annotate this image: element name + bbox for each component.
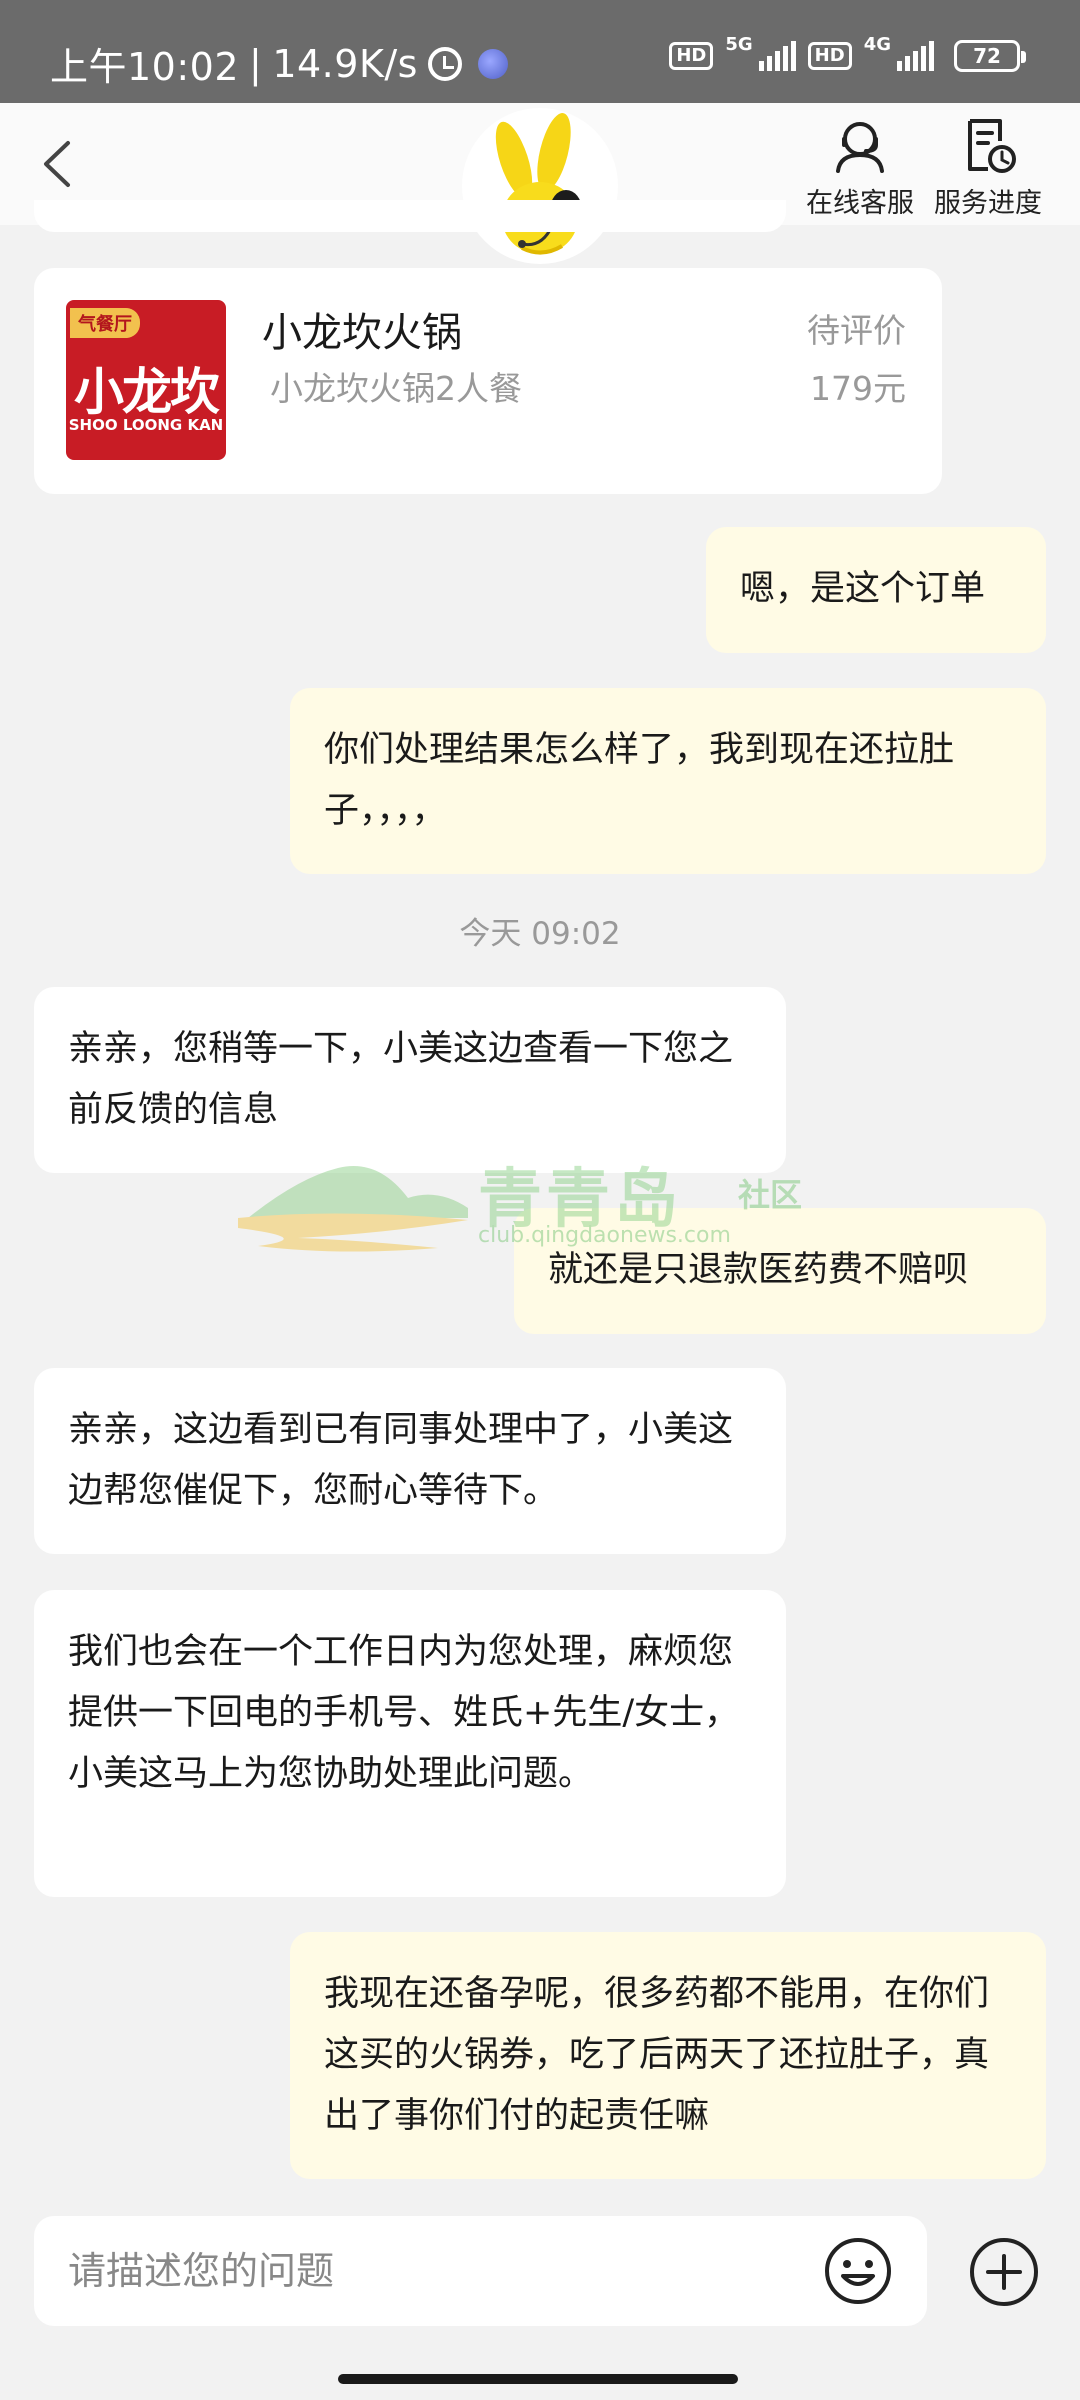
online-service-label: 在线客服 [806,188,914,219]
document-clock-icon [968,119,1016,173]
signal-bars-icon [758,41,796,71]
message-bubble-out: 嗯，是这个订单 [706,527,1046,653]
sim1-network: 5G [725,34,753,55]
yellow-rabbit-mascot-icon [495,113,582,255]
previous-card-fragment [34,200,786,232]
logo-tag: 气餐厅 [70,308,140,338]
app-notification-icon [477,48,508,79]
watermark-tag: 社区 [738,1176,803,1214]
status-bar: 上午10:02 | 14.9K/s HD 5G HD 4G 72 [0,0,1080,103]
net-speed: 14.9K/s [272,41,418,86]
service-progress-label: 服务进度 [934,188,1042,219]
mountain-logo-icon [238,1166,468,1252]
message-bubble-in: 亲亲，您稍等一下，小美这边查看一下您之前反馈的信息 [34,987,786,1173]
sim1-hd-badge: HD [669,42,714,70]
chevron-left-icon[interactable] [38,139,78,189]
shop-name: 小龙坎火锅 [262,310,462,356]
message-bubble-in: 亲亲，这边看到已有同事处理中了，小美这边帮您催促下，您耐心等待下。 [34,1368,786,1554]
online-service-button[interactable]: 在线客服 [806,115,914,220]
message-input[interactable]: 请描述您的问题 [34,2216,927,2326]
signal-bars-icon [897,41,934,71]
order-item-name: 小龙坎火锅2人餐 [270,369,522,408]
watermark: 青青岛 社区 club.qingdaonews.com [238,1148,838,1258]
status-time: 上午10:02 [50,45,240,89]
headset-service-icon [836,122,884,173]
message-bubble-out: 你们处理结果怎么样了，我到现在还拉肚子，，，， [290,688,1046,874]
restaurant-logo: 气餐厅 小龙坎 SHOO LOONG KAN [66,300,226,460]
order-status: 待评价 [807,311,906,350]
plus-circle-icon[interactable] [968,2236,1040,2308]
battery-icon: 72 [954,40,1026,72]
status-bar-left: 上午10:02 | 14.9K/s [50,36,508,91]
status-separator: | [249,41,263,86]
chat-timestamp: 今天 09:02 [459,916,621,952]
alarm-icon [427,46,462,81]
sim2-hd-badge: HD [807,42,852,70]
home-indicator[interactable] [338,2374,738,2384]
logo-sub-text: SHOO LOONG KAN [68,416,224,434]
logo-main-text: 小龙坎 [74,362,220,421]
watermark-url: club.qingdaonews.com [478,1223,731,1248]
mascot-avatar [462,108,618,264]
message-bubble-out: 我现在还备孕呢，很多药都不能用，在你们这买的火锅券，吃了后两天了还拉肚子，真出了… [290,1932,1046,2179]
service-progress-button[interactable]: 服务进度 [934,115,1042,220]
status-bar-right: HD 5G HD 4G 72 [669,34,1026,72]
smiley-face-icon[interactable] [823,2236,893,2306]
message-bubble-in: 我们也会在一个工作日内为您处理，麻烦您提供一下回电的手机号、姓氏+先生/女士，小… [34,1590,786,1897]
order-price: 179元 [810,369,906,408]
sim2-network: 4G [863,34,891,55]
